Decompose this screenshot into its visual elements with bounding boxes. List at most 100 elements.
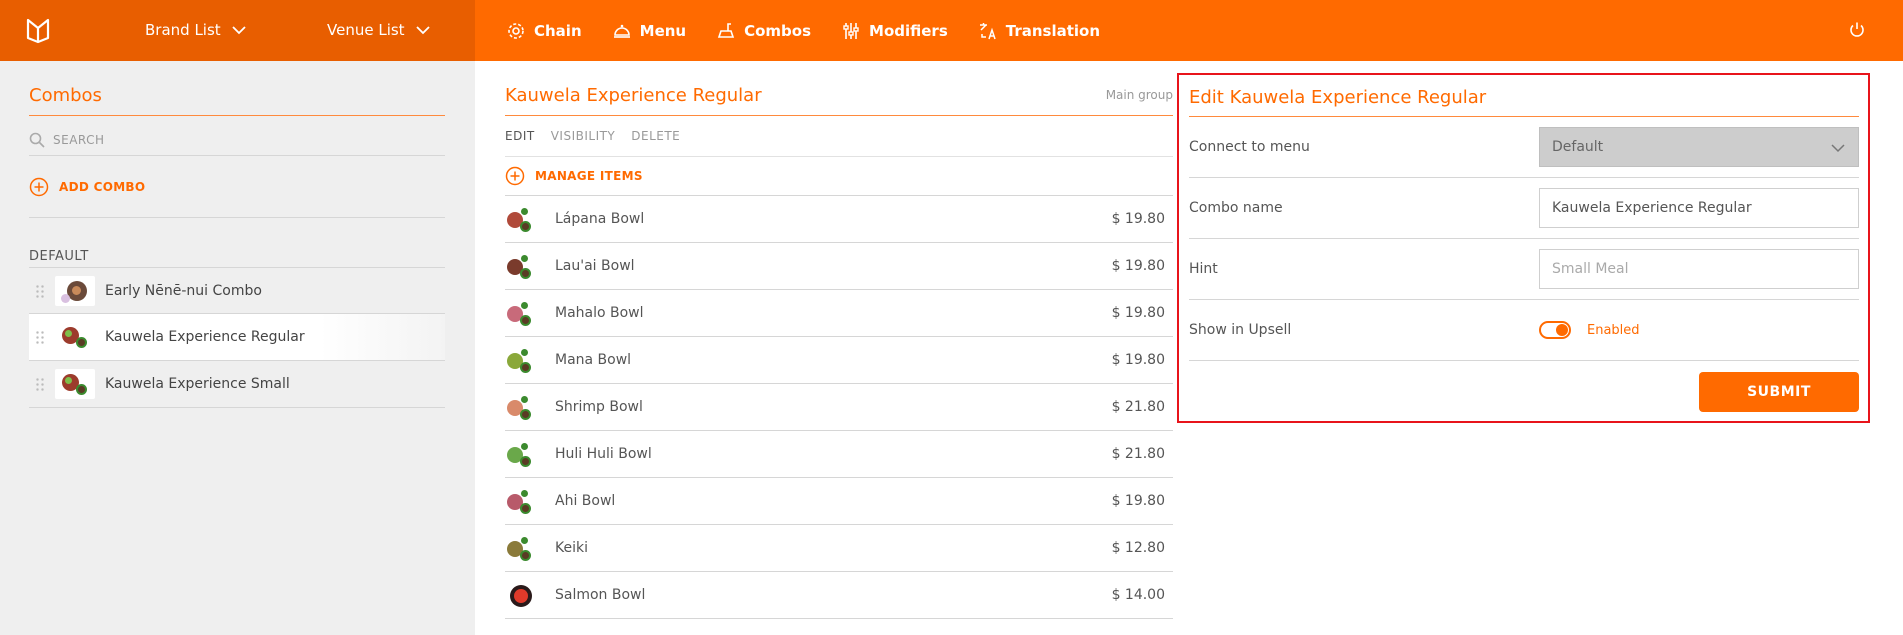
list-item[interactable]: Ahi Bowl $ 19.80 <box>505 478 1173 525</box>
list-item[interactable]: Lau'ai Bowl $ 19.80 <box>505 243 1173 290</box>
top-bar: Brand List Venue List Chain Menu Combos … <box>0 0 1903 61</box>
power-icon[interactable] <box>1848 21 1866 39</box>
upsell-label: Show in Upsell <box>1189 322 1292 338</box>
nav-translation[interactable]: Translation <box>978 21 1100 41</box>
list-item[interactable]: Lápana Bowl $ 19.80 <box>505 196 1173 243</box>
venue-list-dropdown[interactable]: Venue List <box>327 21 431 39</box>
brand-list-dropdown[interactable]: Brand List <box>145 21 247 39</box>
item-price: $ 19.80 <box>1111 258 1165 274</box>
plus-circle-icon <box>505 166 525 186</box>
item-name: Lápana Bowl <box>555 211 645 227</box>
combo-thumbnail <box>55 275 95 306</box>
list-item[interactable]: Shrimp Bowl $ 21.80 <box>505 384 1173 431</box>
nav-modifiers-label: Modifiers <box>869 21 948 40</box>
combo-thumbnail <box>55 369 95 399</box>
connect-menu-label: Connect to menu <box>1189 139 1310 155</box>
cloche-icon <box>613 24 630 38</box>
drag-handle-icon[interactable] <box>35 330 45 344</box>
item-name: Lau'ai Bowl <box>555 258 635 274</box>
item-price: $ 19.80 <box>1111 493 1165 509</box>
sidebar: Combos SEARCH ADD COMBO DEFAULT Early Nē… <box>0 61 475 635</box>
combo-icon <box>717 22 735 38</box>
item-thumbnail <box>505 345 537 375</box>
nav-combos[interactable]: Combos <box>716 21 811 41</box>
combo-tabs: EDIT VISIBILITY DELETE <box>505 129 680 143</box>
gear-icon <box>508 22 524 39</box>
list-item[interactable]: Keiki $ 12.80 <box>505 525 1173 572</box>
item-price: $ 14.00 <box>1111 587 1165 603</box>
connect-menu-value: Default <box>1552 139 1604 155</box>
item-name: Shrimp Bowl <box>555 399 643 415</box>
brand-list-label: Brand List <box>145 21 221 39</box>
edit-form-title: Edit Kauwela Experience Regular <box>1189 87 1487 108</box>
list-item[interactable]: Huli Huli Bowl $ 21.80 <box>505 431 1173 478</box>
connect-menu-row: Connect to menu Default <box>1189 117 1859 178</box>
item-name: Keiki <box>555 540 588 556</box>
item-price: $ 21.80 <box>1111 446 1165 462</box>
combo-name-value: Kauwela Experience Regular <box>1552 200 1752 216</box>
translate-icon <box>979 22 996 39</box>
hint-label: Hint <box>1189 261 1218 277</box>
list-item[interactable]: Kauwela Experience Small <box>29 361 445 408</box>
sidebar-title: Combos <box>29 85 102 106</box>
item-name: Mana Bowl <box>555 352 632 368</box>
combo-name-label: Combo name <box>1189 200 1283 216</box>
item-thumbnail <box>505 204 537 234</box>
item-thumbnail <box>505 392 537 422</box>
item-thumbnail <box>505 298 537 328</box>
combo-thumbnail <box>55 322 95 352</box>
sliders-icon <box>843 22 859 39</box>
add-combo-button[interactable]: ADD COMBO <box>29 177 145 197</box>
logo-icon[interactable] <box>26 18 50 44</box>
nav-combos-label: Combos <box>744 21 812 40</box>
combo-name-row: Combo name Kauwela Experience Regular <box>1189 178 1859 239</box>
add-combo-label: ADD COMBO <box>59 180 146 194</box>
list-item[interactable]: Kauwela Experience Regular <box>29 314 445 361</box>
item-name: Mahalo Bowl <box>555 305 644 321</box>
item-price: $ 21.80 <box>1111 399 1165 415</box>
nav-menu[interactable]: Menu <box>612 21 686 41</box>
combo-title: Kauwela Experience Regular <box>505 85 762 106</box>
tab-delete[interactable]: DELETE <box>631 129 680 143</box>
combo-group-label: Main group <box>1105 88 1173 102</box>
search-divider <box>29 155 445 156</box>
connect-menu-select[interactable]: Default <box>1539 127 1859 167</box>
add-divider <box>29 217 445 218</box>
upsell-toggle-group: Enabled <box>1539 321 1640 339</box>
manage-items-button[interactable]: MANAGE ITEMS <box>505 156 1173 196</box>
item-thumbnail <box>505 251 537 281</box>
nav-chain[interactable]: Chain <box>506 21 582 41</box>
combo-name-input[interactable]: Kauwela Experience Regular <box>1539 188 1859 228</box>
group-heading: DEFAULT <box>29 249 89 264</box>
nav-modifiers[interactable]: Modifiers <box>841 21 948 41</box>
item-price: $ 19.80 <box>1111 211 1165 227</box>
upsell-row: Show in Upsell Enabled <box>1189 300 1859 361</box>
combo-name: Kauwela Experience Small <box>105 376 290 392</box>
nav-menu-label: Menu <box>639 21 687 40</box>
drag-handle-icon[interactable] <box>35 283 45 298</box>
hint-input[interactable]: Small Meal <box>1539 249 1859 289</box>
search-input[interactable]: SEARCH <box>29 125 445 155</box>
list-item[interactable]: Mahalo Bowl $ 19.80 <box>505 290 1173 337</box>
item-price: $ 19.80 <box>1111 305 1165 321</box>
combo-name: Early Nēnē-nui Combo <box>105 282 262 299</box>
chevron-down-icon <box>232 26 246 35</box>
item-price: $ 19.80 <box>1111 352 1165 368</box>
submit-button[interactable]: SUBMIT <box>1699 372 1859 412</box>
sidebar-title-divider <box>29 115 445 116</box>
list-item[interactable]: Early Nēnē-nui Combo <box>29 267 445 314</box>
list-item[interactable]: Salmon Bowl $ 14.00 <box>505 572 1173 619</box>
item-name: Ahi Bowl <box>555 493 616 509</box>
top-bar-left: Brand List Venue List <box>0 0 475 61</box>
drag-handle-icon[interactable] <box>35 377 45 391</box>
tab-visibility[interactable]: VISIBILITY <box>551 129 616 143</box>
upsell-state: Enabled <box>1587 322 1640 338</box>
upsell-toggle[interactable] <box>1539 321 1571 339</box>
combo-list: Early Nēnē-nui Combo Kauwela Experience … <box>29 267 445 408</box>
edit-combo-form: Edit Kauwela Experience Regular Connect … <box>1177 73 1870 423</box>
combo-title-divider <box>505 115 1173 116</box>
list-item[interactable]: Mana Bowl $ 19.80 <box>505 337 1173 384</box>
hint-row: Hint Small Meal <box>1189 239 1859 300</box>
tab-edit[interactable]: EDIT <box>505 129 535 143</box>
item-thumbnail <box>505 486 537 516</box>
